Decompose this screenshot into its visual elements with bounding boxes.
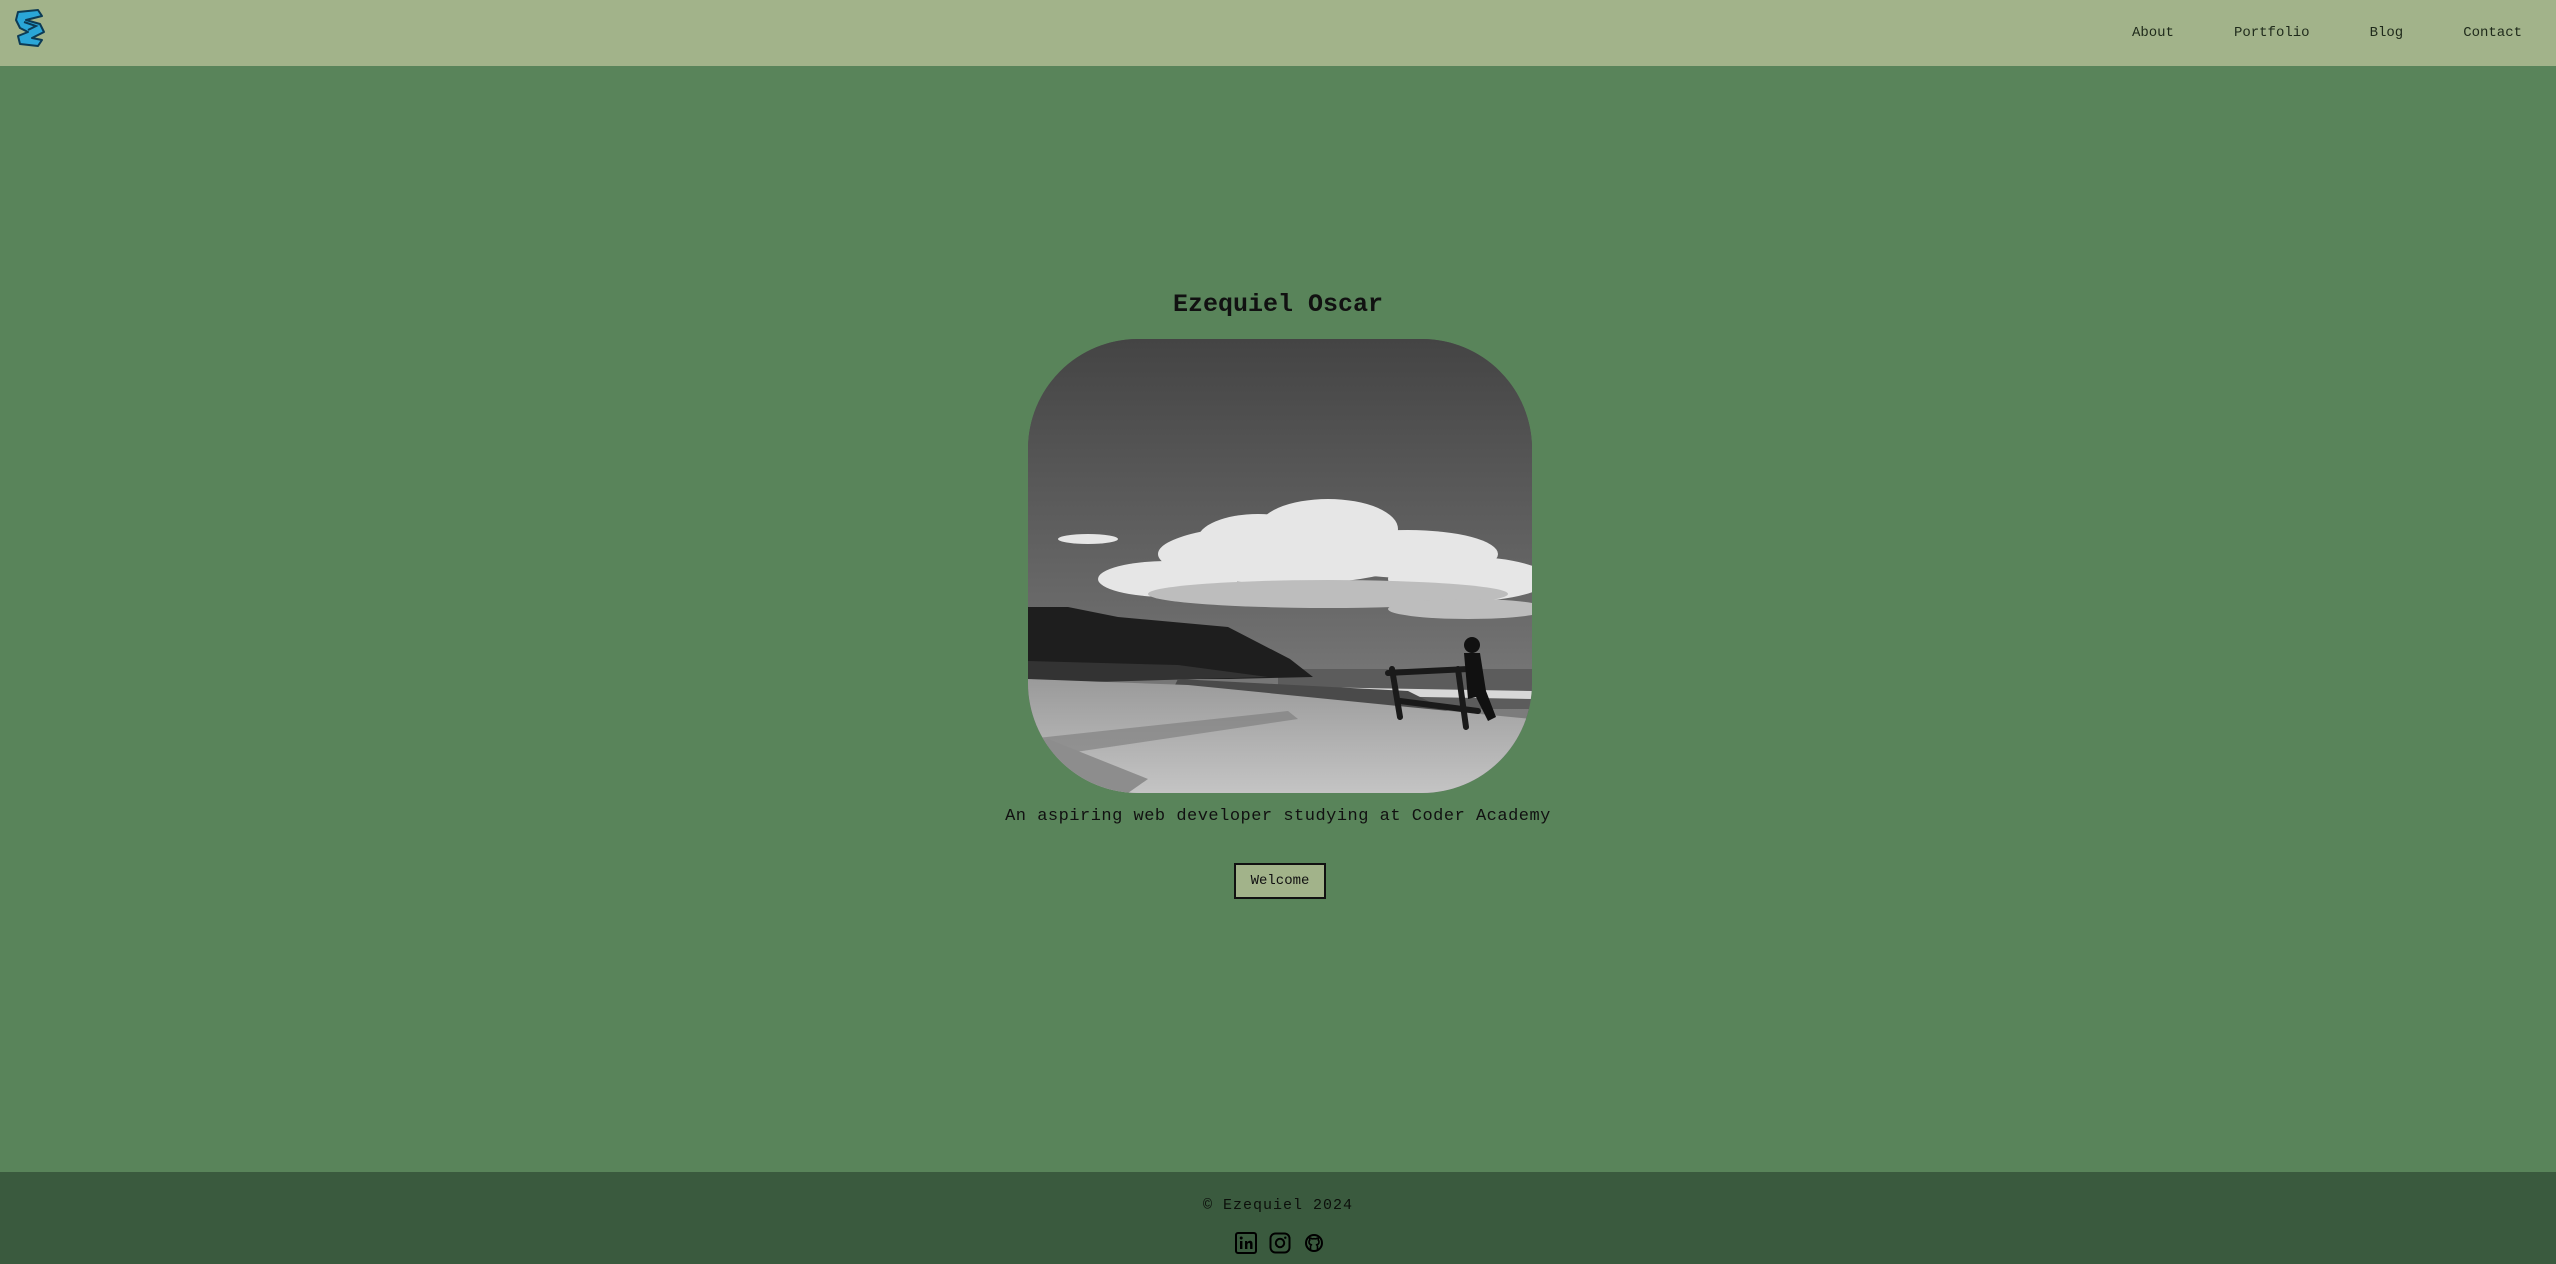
footer: © Ezequiel 2024 [0, 1172, 2556, 1264]
top-navbar: About Portfolio Blog Contact [0, 0, 2556, 66]
nav-blog-link[interactable]: Blog [2370, 25, 2404, 41]
hero-section: Ezequiel Oscar An aspiring web developer… [0, 66, 2556, 1172]
instagram-icon[interactable] [1268, 1231, 1292, 1255]
main-nav: About Portfolio Blog Contact [2132, 0, 2556, 66]
profile-photo [1028, 339, 1532, 793]
welcome-button[interactable]: Welcome [1234, 863, 1326, 899]
nav-portfolio-link[interactable]: Portfolio [2234, 25, 2310, 41]
copyright-text: © Ezequiel 2024 [1202, 1197, 1354, 1214]
nav-about-link[interactable]: About [2132, 25, 2174, 41]
tagline: An aspiring web developer studying at Co… [1005, 807, 1551, 826]
linkedin-icon[interactable] [1234, 1231, 1258, 1255]
logo-icon[interactable] [14, 8, 48, 48]
nav-contact-link[interactable]: Contact [2463, 25, 2522, 41]
social-links [1234, 1230, 1326, 1256]
github-icon[interactable] [1302, 1231, 1326, 1255]
page-title: Ezequiel Oscar [1172, 290, 1384, 319]
